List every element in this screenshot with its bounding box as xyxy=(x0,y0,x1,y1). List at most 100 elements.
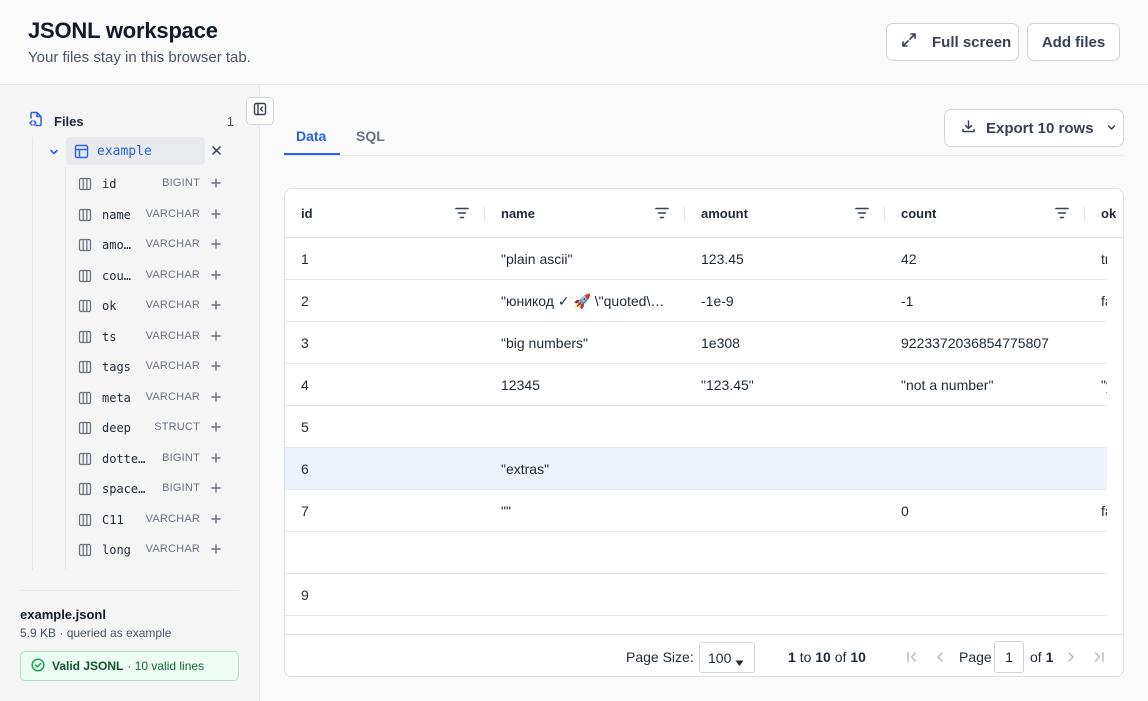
column-item[interactable]: id BIGINT xyxy=(78,172,228,196)
filter-icon[interactable] xyxy=(855,207,869,222)
table-cell[interactable]: 0 xyxy=(885,490,1085,532)
filter-icon[interactable] xyxy=(455,207,469,222)
table-cell[interactable] xyxy=(1085,406,1107,448)
column-item[interactable]: spaced key BIGINT xyxy=(78,477,228,501)
table-cell[interactable] xyxy=(885,406,1085,448)
table-row[interactable]: 6 "extras" xyxy=(285,448,1107,490)
table-cell[interactable] xyxy=(685,574,885,616)
table-cell[interactable]: -1 xyxy=(885,280,1085,322)
column-item[interactable]: tags VARCHAR xyxy=(78,355,228,379)
table-cell[interactable]: "plain ascii" xyxy=(485,238,685,280)
table-cell[interactable]: 2 xyxy=(285,280,485,322)
table-cell[interactable] xyxy=(485,616,685,634)
table-cell[interactable] xyxy=(1085,532,1107,574)
table-cell[interactable] xyxy=(685,490,885,532)
column-item[interactable]: C11 VARCHAR xyxy=(78,508,228,532)
filter-icon[interactable] xyxy=(655,207,669,222)
table-row[interactable] xyxy=(285,532,1107,574)
column-header-ok[interactable]: ok xyxy=(1085,189,1123,238)
table-row[interactable] xyxy=(285,616,1107,634)
column-header-id[interactable]: id xyxy=(285,189,485,238)
table-row[interactable]: 5 xyxy=(285,406,1107,448)
table-cell[interactable] xyxy=(1085,322,1107,364)
table-cell[interactable]: 42 xyxy=(885,238,1085,280)
table-cell[interactable]: "extras" xyxy=(485,448,685,490)
column-item[interactable]: name VARCHAR xyxy=(78,203,228,227)
table-cell[interactable]: false xyxy=(1085,490,1107,532)
column-item[interactable]: ok VARCHAR xyxy=(78,294,228,318)
table-cell[interactable]: "" xyxy=(485,490,685,532)
add-column-icon[interactable] xyxy=(210,237,222,255)
table-row[interactable]: 4 12345 "123.45" "not a number" "yes" xyxy=(285,364,1107,406)
table-cell[interactable] xyxy=(885,574,1085,616)
table-cell[interactable] xyxy=(685,532,885,574)
filter-icon[interactable] xyxy=(1055,207,1069,222)
table-cell[interactable]: -1e-9 xyxy=(685,280,885,322)
page-size-select[interactable]: 100 xyxy=(699,642,755,673)
table-row[interactable]: 7 "" 0 false xyxy=(285,490,1107,532)
next-page-icon[interactable] xyxy=(1064,650,1078,669)
table-cell[interactable]: "not a number" xyxy=(885,364,1085,406)
table-cell[interactable] xyxy=(885,616,1085,634)
table-cell[interactable] xyxy=(685,406,885,448)
table-cell[interactable]: false xyxy=(1085,280,1107,322)
column-item[interactable]: amount VARCHAR xyxy=(78,233,228,257)
add-column-icon[interactable] xyxy=(210,268,222,286)
table-row[interactable]: 1 "plain ascii" 123.45 42 true xyxy=(285,238,1107,280)
table-cell[interactable]: 12345 xyxy=(485,364,685,406)
table-cell[interactable] xyxy=(1085,574,1107,616)
table-cell[interactable] xyxy=(1085,448,1107,490)
add-column-icon[interactable] xyxy=(210,451,222,469)
table-cell[interactable]: "big numbers" xyxy=(485,322,685,364)
table-cell[interactable] xyxy=(485,532,685,574)
full-screen-button[interactable]: Full screen xyxy=(886,23,1019,61)
export-rows-button[interactable]: Export 10 rows xyxy=(944,109,1124,147)
previous-page-icon[interactable] xyxy=(933,650,947,669)
tab-sql[interactable]: SQL xyxy=(356,128,385,144)
table-cell[interactable]: true xyxy=(1085,238,1107,280)
table-item-example[interactable]: example xyxy=(44,137,234,165)
add-column-icon[interactable] xyxy=(210,298,222,316)
table-cell[interactable]: 9223372036854775807 xyxy=(885,322,1085,364)
collapse-sidebar-button[interactable] xyxy=(246,97,274,125)
column-item[interactable]: dotted.key BIGINT xyxy=(78,447,228,471)
table-cell[interactable]: 9 xyxy=(285,574,485,616)
table-cell[interactable] xyxy=(885,532,1085,574)
table-cell[interactable]: 4 xyxy=(285,364,485,406)
table-cell[interactable]: "юникод ✓ 🚀 \"quoted\" text" xyxy=(485,280,685,322)
table-cell[interactable]: 5 xyxy=(285,406,485,448)
add-column-icon[interactable] xyxy=(210,329,222,347)
add-column-icon[interactable] xyxy=(210,481,222,499)
add-column-icon[interactable] xyxy=(210,512,222,530)
table-cell[interactable] xyxy=(485,406,685,448)
table-cell[interactable] xyxy=(685,448,885,490)
column-item[interactable]: deep STRUCT xyxy=(78,416,228,440)
column-header-name[interactable]: name xyxy=(485,189,685,238)
table-row[interactable]: 9 xyxy=(285,574,1107,616)
tab-data[interactable]: Data xyxy=(296,128,326,144)
column-header-count[interactable]: count xyxy=(885,189,1085,238)
add-files-button[interactable]: Add files xyxy=(1027,23,1120,61)
table-cell[interactable]: 7 xyxy=(285,490,485,532)
add-column-icon[interactable] xyxy=(210,390,222,408)
column-item[interactable]: ts VARCHAR xyxy=(78,325,228,349)
add-column-icon[interactable] xyxy=(210,359,222,377)
table-cell[interactable] xyxy=(685,616,885,634)
last-page-icon[interactable] xyxy=(1092,650,1106,669)
table-cell[interactable]: 1e308 xyxy=(685,322,885,364)
column-item[interactable]: meta VARCHAR xyxy=(78,386,228,410)
table-cell[interactable] xyxy=(285,532,485,574)
table-cell[interactable]: 3 xyxy=(285,322,485,364)
add-column-icon[interactable] xyxy=(210,420,222,438)
table-cell[interactable] xyxy=(885,448,1085,490)
column-header-amount[interactable]: amount xyxy=(685,189,885,238)
chevron-down-icon[interactable] xyxy=(48,145,60,163)
table-cell[interactable] xyxy=(285,616,485,634)
page-number-input[interactable]: 1 xyxy=(994,641,1024,673)
table-cell[interactable]: 6 xyxy=(285,448,485,490)
table-cell[interactable]: 123.45 xyxy=(685,238,885,280)
add-column-icon[interactable] xyxy=(210,207,222,225)
table-row[interactable]: 2 "юникод ✓ 🚀 \"quoted\" text" -1e-9 -1 fals… xyxy=(285,280,1107,322)
column-item[interactable]: long VARCHAR xyxy=(78,538,228,562)
table-cell[interactable]: "yes" xyxy=(1085,364,1107,406)
